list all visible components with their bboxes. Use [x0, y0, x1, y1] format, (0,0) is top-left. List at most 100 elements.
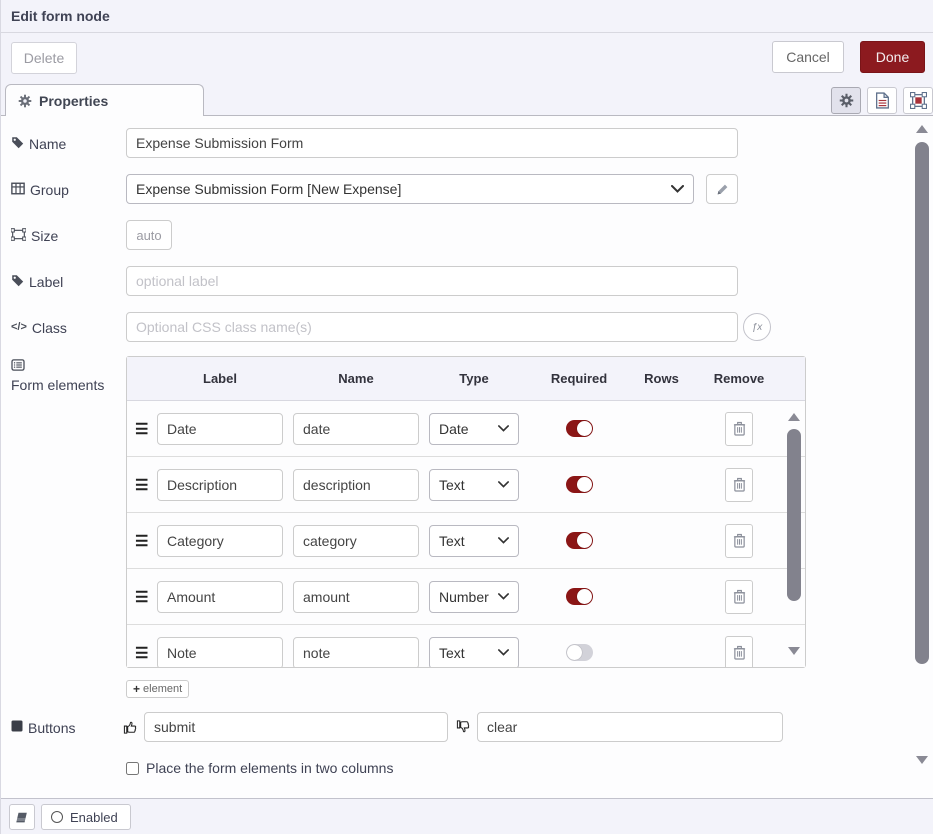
dialog-scrollbar[interactable] — [914, 120, 930, 784]
column-header-label: Label — [157, 371, 283, 386]
element-label-input[interactable] — [157, 637, 283, 668]
element-type-select[interactable]: Text — [429, 469, 519, 501]
trash-icon — [733, 421, 746, 436]
element-row-description: ☰ Text — [127, 457, 805, 513]
column-header-rows: Rows — [619, 371, 704, 386]
remove-element-button[interactable] — [725, 412, 753, 446]
drag-handle-icon[interactable]: ☰ — [135, 588, 157, 606]
appearance-button[interactable] — [903, 87, 933, 114]
tab-bar: Properties — [1, 84, 933, 116]
group-select[interactable]: Expense Submission Form [New Expense] — [126, 174, 694, 204]
cancel-button[interactable]: Cancel — [772, 41, 844, 73]
form-elements-list: ☰ Date ☰ Text — [127, 401, 805, 667]
element-name-input[interactable] — [293, 469, 419, 501]
dialog-header: Edit form node — [1, 0, 933, 33]
class-input[interactable] — [126, 312, 738, 342]
document-icon — [875, 92, 890, 109]
object-group-icon — [11, 228, 26, 241]
scroll-down-arrow[interactable] — [916, 756, 928, 764]
element-type-select[interactable]: Number — [429, 581, 519, 613]
tab-properties[interactable]: Properties — [5, 84, 204, 116]
column-header-type: Type — [429, 371, 519, 386]
drag-handle-icon[interactable]: ☰ — [135, 476, 157, 494]
enabled-toggle-button[interactable]: Enabled — [41, 804, 131, 830]
scroll-thumb[interactable] — [915, 142, 929, 664]
two-columns-option: Place the form elements in two columns — [126, 760, 393, 776]
fx-icon: ƒx — [752, 322, 763, 333]
remove-element-button[interactable] — [725, 636, 753, 668]
two-columns-checkbox[interactable] — [126, 762, 139, 775]
remove-element-button[interactable] — [725, 524, 753, 558]
form-elements-label: Form elements — [11, 358, 111, 395]
chevron-down-icon — [498, 481, 509, 488]
form-elements-table: Label Name Type Required Rows Remove ☰ D… — [126, 356, 806, 668]
form-elements-table-header: Label Name Type Required Rows Remove — [127, 357, 805, 401]
size-button[interactable]: auto — [126, 220, 172, 250]
delete-button[interactable]: Delete — [11, 42, 77, 74]
done-button[interactable]: Done — [860, 41, 925, 73]
trash-icon — [733, 589, 746, 604]
name-input[interactable] — [126, 128, 738, 158]
chevron-down-icon — [498, 593, 509, 600]
element-type-select[interactable]: Text — [429, 525, 519, 557]
class-helper-button[interactable]: ƒx — [743, 313, 771, 341]
description-doc-button[interactable] — [867, 87, 897, 114]
element-type-select[interactable]: Date — [429, 413, 519, 445]
docs-button[interactable] — [9, 804, 35, 830]
tab-properties-label: Properties — [39, 93, 108, 109]
required-toggle[interactable] — [566, 420, 593, 437]
element-name-input[interactable] — [293, 525, 419, 557]
drag-handle-icon[interactable]: ☰ — [135, 420, 157, 438]
group-select-value: Expense Submission Form [New Expense] — [136, 181, 401, 197]
name-field-label: Name — [11, 135, 119, 154]
label-field-label: Label — [11, 273, 119, 292]
element-row-amount: ☰ Number — [127, 569, 805, 625]
element-name-input[interactable] — [293, 581, 419, 613]
plus-icon: + — [133, 682, 140, 696]
label-input[interactable] — [126, 266, 738, 296]
add-element-button[interactable]: + element — [126, 680, 189, 698]
element-name-input[interactable] — [293, 413, 419, 445]
enabled-circle-icon — [51, 811, 63, 823]
chevron-down-icon — [498, 537, 509, 544]
book-icon — [15, 811, 29, 824]
appearance-icon — [910, 92, 927, 109]
tab-icon-buttons — [831, 87, 933, 114]
elements-scrollbar[interactable] — [786, 401, 802, 667]
column-header-required: Required — [539, 371, 619, 386]
element-name-input[interactable] — [293, 637, 419, 668]
submit-button-label-input[interactable] — [144, 712, 448, 742]
scroll-up-arrow[interactable] — [916, 125, 928, 133]
thumbs-up-icon — [123, 719, 138, 735]
buttons-field-label: Buttons — [11, 719, 119, 738]
dialog-footer: Enabled — [1, 798, 933, 834]
element-type-select[interactable]: Text — [429, 637, 519, 668]
required-toggle[interactable] — [566, 588, 593, 605]
trash-icon — [733, 533, 746, 548]
element-label-input[interactable] — [157, 581, 283, 613]
table-icon — [11, 182, 25, 195]
remove-element-button[interactable] — [725, 580, 753, 614]
scroll-thumb[interactable] — [787, 429, 801, 601]
element-label-input[interactable] — [157, 413, 283, 445]
scroll-up-arrow[interactable] — [788, 413, 800, 421]
trash-icon — [733, 645, 746, 660]
scroll-down-arrow[interactable] — [788, 647, 800, 655]
square-icon — [11, 720, 23, 732]
column-header-name: Name — [293, 371, 419, 386]
drag-handle-icon[interactable]: ☰ — [135, 532, 157, 550]
group-field-label: Group — [11, 181, 119, 200]
clear-button-label-input[interactable] — [477, 712, 783, 742]
drag-handle-icon[interactable]: ☰ — [135, 644, 157, 662]
required-toggle[interactable] — [566, 644, 593, 661]
properties-gear-button[interactable] — [831, 87, 861, 114]
dialog-title: Edit form node — [11, 8, 110, 24]
enabled-label: Enabled — [70, 810, 118, 825]
two-columns-label: Place the form elements in two columns — [146, 760, 393, 776]
remove-element-button[interactable] — [725, 468, 753, 502]
required-toggle[interactable] — [566, 476, 593, 493]
required-toggle[interactable] — [566, 532, 593, 549]
element-label-input[interactable] — [157, 525, 283, 557]
edit-group-button[interactable] — [706, 174, 738, 204]
element-label-input[interactable] — [157, 469, 283, 501]
